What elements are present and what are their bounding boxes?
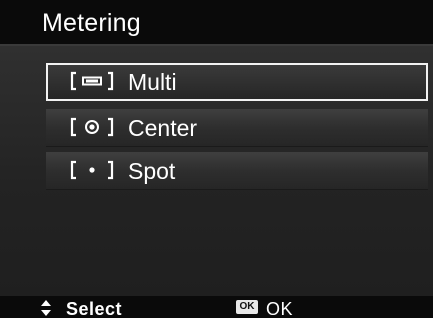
- menu-item-label: Multi: [128, 69, 177, 95]
- menu-item-center[interactable]: Center: [46, 109, 428, 147]
- footer-hint-bar: Select OK OK: [0, 296, 433, 318]
- title-bar: Metering: [0, 0, 433, 46]
- menu-item-spot[interactable]: Spot: [46, 152, 428, 190]
- spot-metering-icon: [70, 160, 114, 180]
- menu-item-label: Spot: [128, 158, 176, 184]
- menu-item-label: Center: [128, 115, 198, 141]
- center-metering-icon: [70, 117, 114, 137]
- camera-menu-screen: Metering Multi Center Spot Select OK OK: [0, 0, 433, 318]
- menu-item-multi[interactable]: Multi: [46, 63, 428, 101]
- ok-hint: OK: [266, 299, 294, 318]
- multi-metering-icon: [70, 71, 114, 91]
- ok-button-icon: OK: [236, 300, 258, 314]
- select-hint: Select: [66, 299, 123, 318]
- up-down-arrows-icon: [41, 300, 51, 316]
- page-title: Metering: [42, 9, 141, 37]
